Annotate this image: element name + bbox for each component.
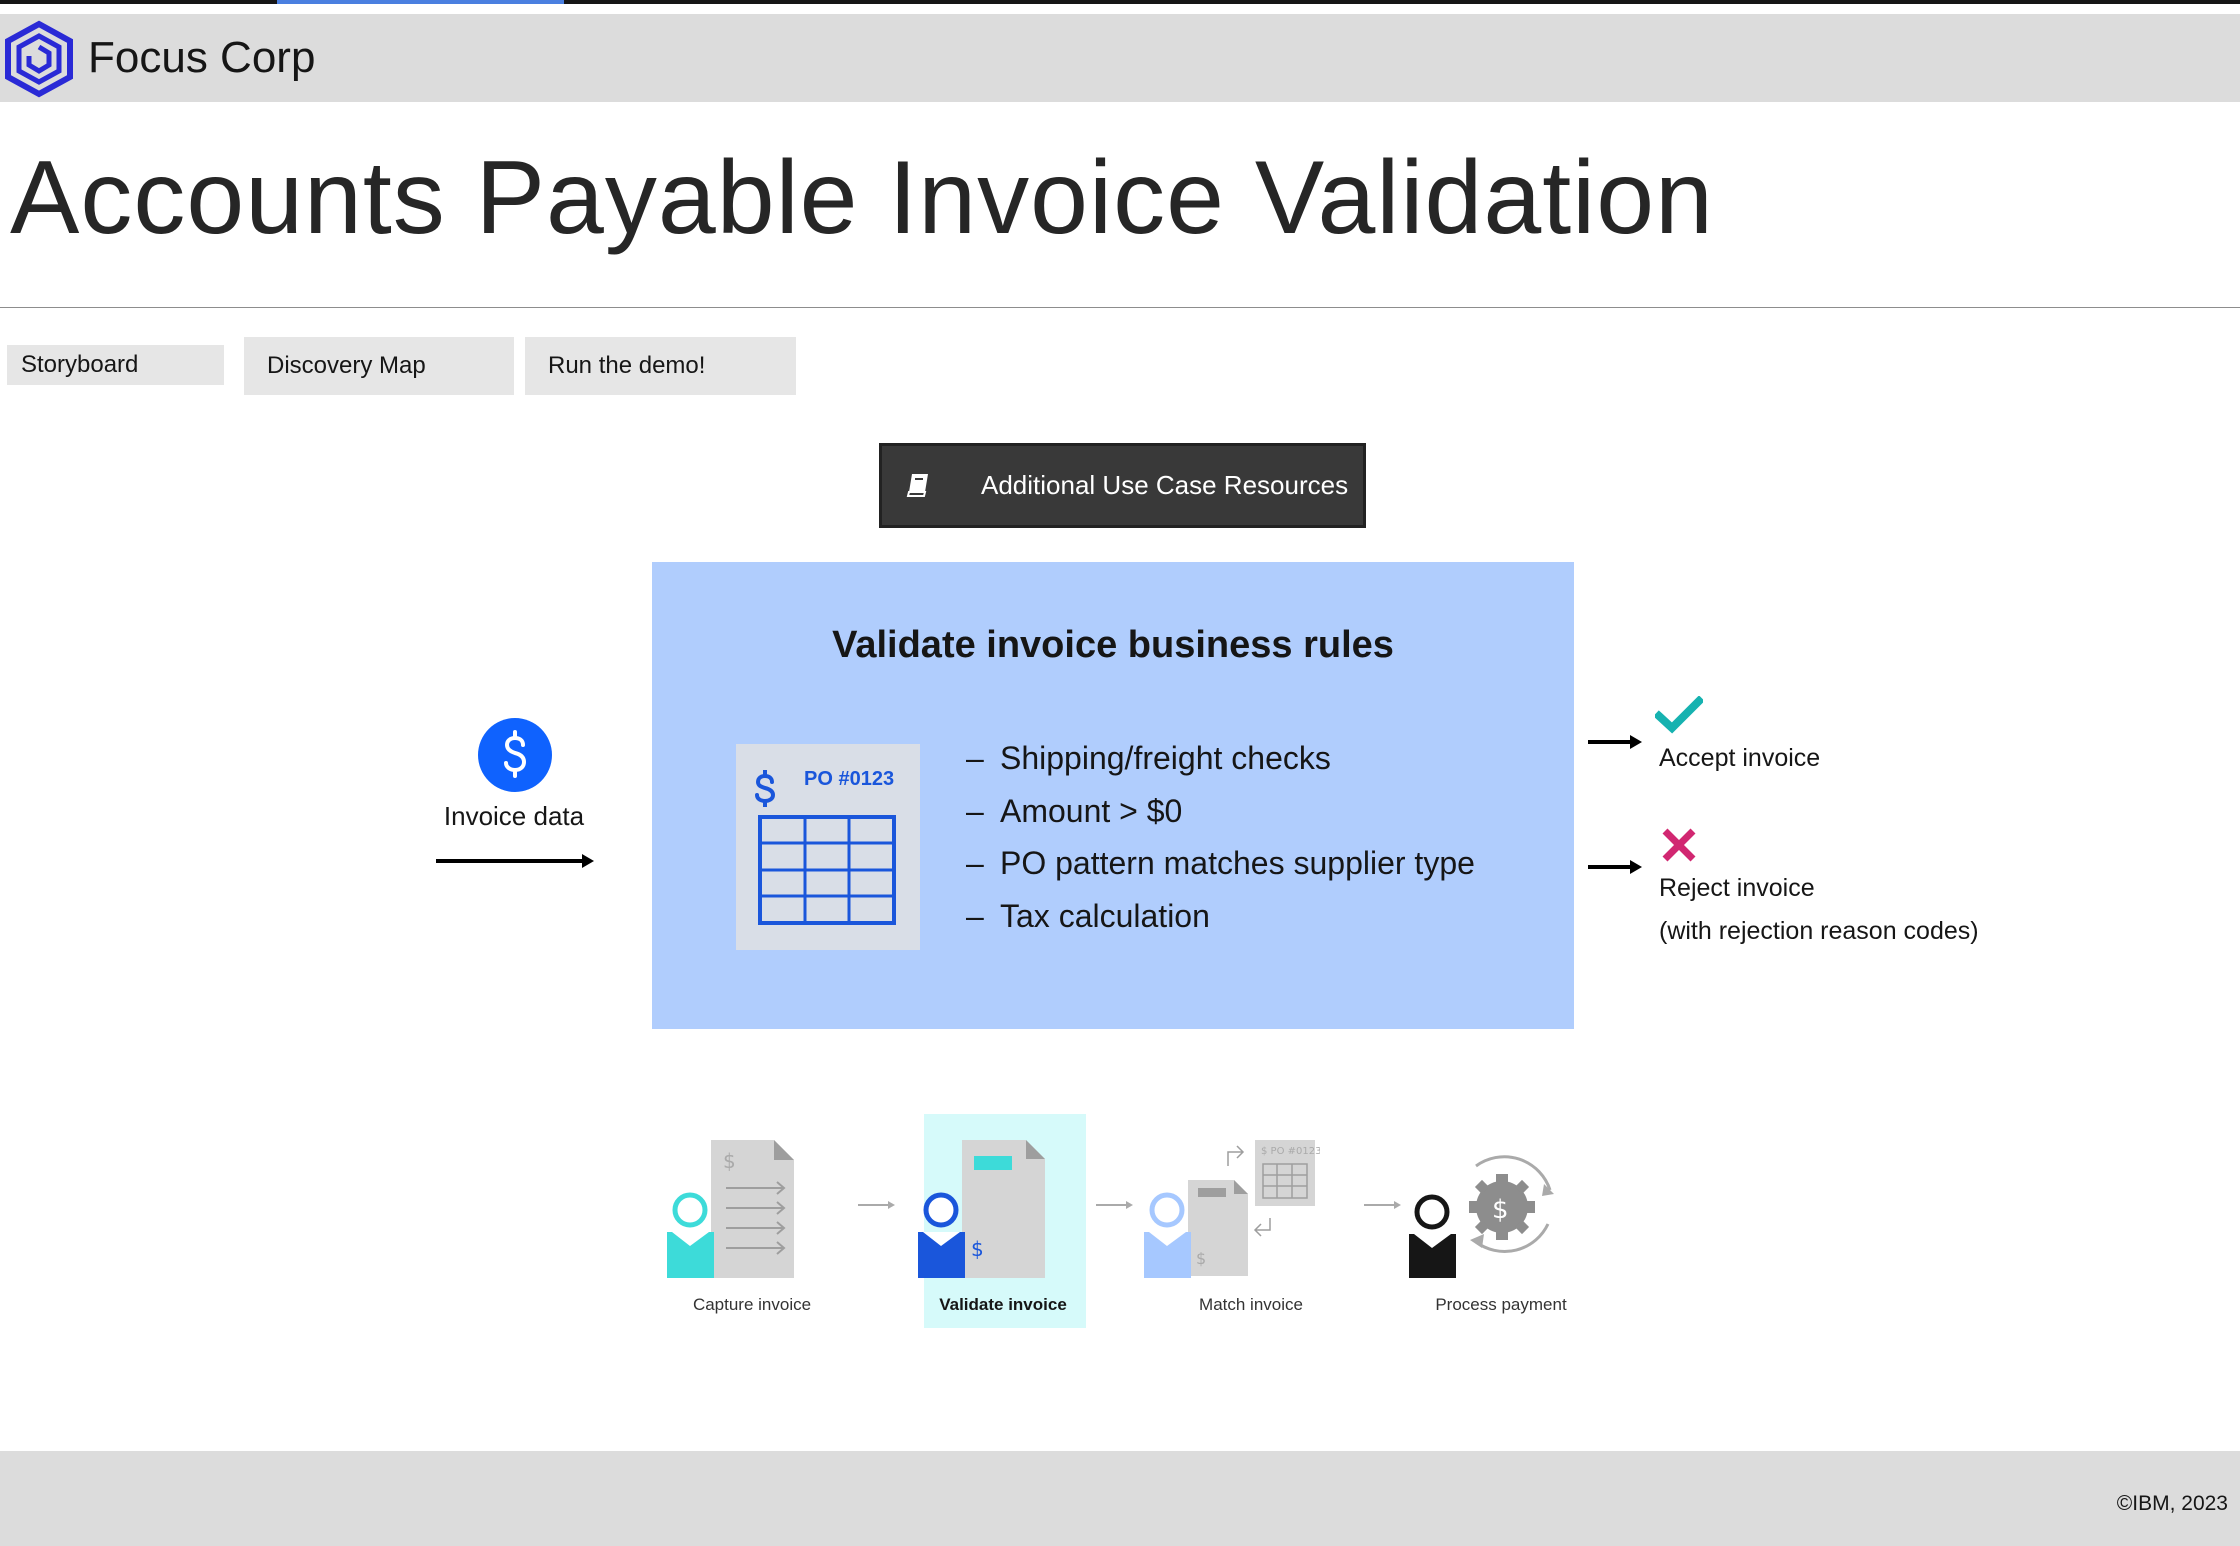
step-payment-label: Process payment bbox=[1435, 1295, 1567, 1314]
accept-arrow-icon bbox=[1588, 735, 1642, 749]
capture-invoice-icon: $ bbox=[667, 1140, 794, 1278]
svg-text:$: $ bbox=[971, 1237, 984, 1261]
arrow-right-icon bbox=[1096, 1201, 1133, 1209]
invoice-data-label: Invoice data bbox=[443, 801, 585, 831]
resources-button-label: Additional Use Case Resources bbox=[981, 470, 1349, 500]
hexagon-logo-icon bbox=[5, 20, 73, 98]
additional-resources-button[interactable]: Additional Use Case Resources bbox=[879, 443, 1366, 528]
top-border bbox=[0, 0, 2240, 4]
rule-text: Shipping/freight checks bbox=[1000, 740, 1331, 776]
book-icon bbox=[906, 474, 928, 497]
tab-discovery-map[interactable]: Discovery Map bbox=[244, 337, 514, 395]
arrow-right-icon bbox=[858, 1201, 895, 1209]
reject-x-icon bbox=[1662, 828, 1696, 862]
rule-text: PO pattern matches supplier type bbox=[1000, 845, 1475, 881]
rule-text: Amount > $0 bbox=[1000, 792, 1183, 829]
rule-text: Tax calculation bbox=[1000, 897, 1210, 934]
svg-text:$: $ bbox=[1196, 1249, 1206, 1268]
rules-list: – Shipping/freight checks – Amount > $0 – P… bbox=[966, 732, 1475, 942]
step-validate-label: Validate invoice bbox=[939, 1295, 1067, 1314]
po-number: PO #0123 bbox=[804, 768, 895, 790]
svg-text:$: $ bbox=[723, 1149, 736, 1173]
page-title: Accounts Payable Invoice Validation bbox=[10, 140, 1714, 256]
reject-reason-label: (with rejection reason codes) bbox=[1659, 917, 1979, 945]
page-footer: ©IBM, 2023 bbox=[0, 1451, 2240, 1546]
input-arrow-icon bbox=[436, 854, 594, 868]
svg-text:$ PO #0123: $ PO #0123 bbox=[1261, 1146, 1320, 1157]
reject-arrow-icon bbox=[1588, 860, 1642, 874]
active-tab-indicator bbox=[277, 0, 564, 4]
validation-rules-box: Validate invoice business rules PO #0123… bbox=[652, 562, 1574, 1029]
title-divider bbox=[0, 307, 2240, 308]
svg-text:$: $ bbox=[1492, 1195, 1509, 1225]
accept-invoice-label: Accept invoice bbox=[1659, 744, 1821, 772]
dollar-icon bbox=[478, 718, 552, 792]
rule-item: – Shipping/freight checks bbox=[966, 740, 1331, 776]
tab-storyboard[interactable]: Storyboard bbox=[7, 345, 224, 385]
rules-box-title: Validate invoice business rules bbox=[832, 624, 1394, 666]
step-match-label: Match invoice bbox=[1199, 1295, 1303, 1314]
match-invoice-icon: $ $ PO #0123 bbox=[1144, 1140, 1320, 1278]
reject-invoice-label: Reject invoice bbox=[1659, 874, 1815, 902]
rule-item: – Tax calculation bbox=[966, 897, 1210, 934]
invoice-document-card: PO #0123 bbox=[736, 744, 920, 950]
checkmark-icon bbox=[1655, 696, 1703, 734]
app-header: Focus Corp bbox=[0, 14, 2240, 102]
rule-item: – PO pattern matches supplier type bbox=[966, 845, 1475, 881]
validate-invoice-icon: $ bbox=[918, 1140, 1045, 1278]
brand-name[interactable]: Focus Corp bbox=[88, 30, 315, 86]
arrow-right-icon bbox=[1364, 1201, 1401, 1209]
step-capture-label: Capture invoice bbox=[692, 1295, 812, 1314]
tab-run-demo[interactable]: Run the demo! bbox=[525, 337, 796, 395]
copyright-text: ©IBM, 2023 bbox=[2116, 1492, 2228, 1515]
process-payment-icon: $ bbox=[1409, 1155, 1554, 1278]
rule-item: – Amount > $0 bbox=[966, 792, 1183, 829]
